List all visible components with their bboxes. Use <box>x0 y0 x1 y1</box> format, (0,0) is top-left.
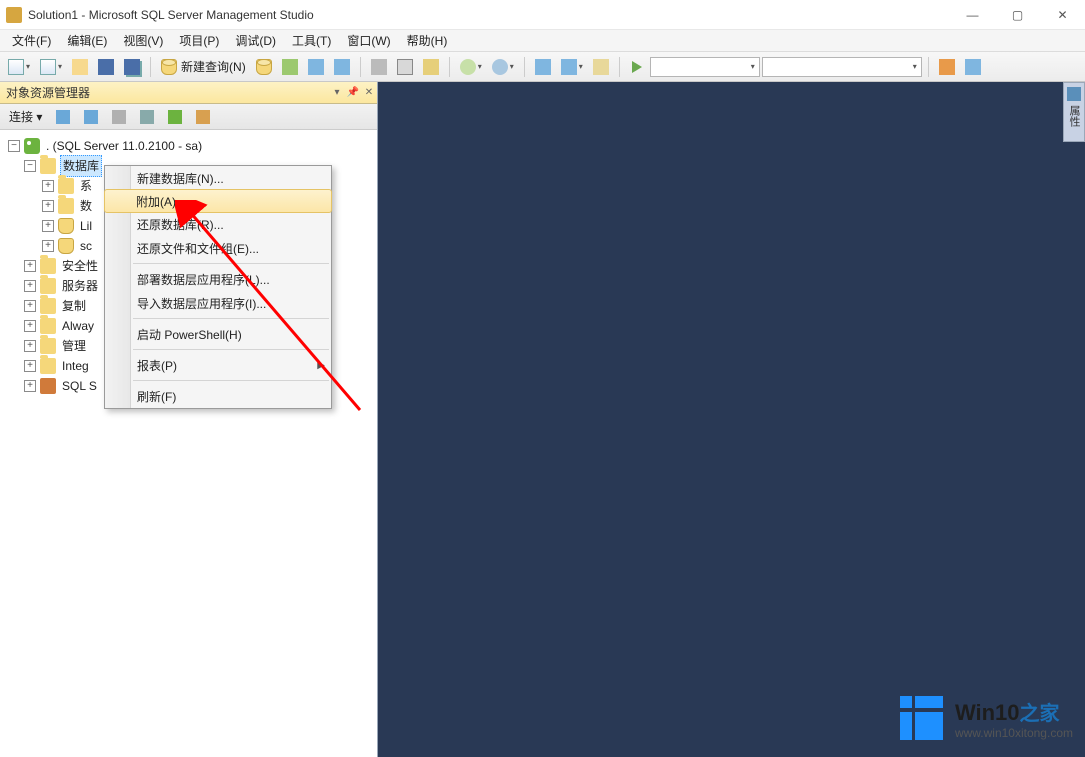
separator <box>150 57 151 77</box>
context-menu-item[interactable]: 还原数据库(R)... <box>105 212 331 236</box>
context-menu-item[interactable]: 刷新(F) <box>105 384 331 408</box>
menu-edit[interactable]: 编辑(E) <box>59 30 115 51</box>
start-debug-button[interactable] <box>626 56 648 78</box>
save-button[interactable] <box>94 56 118 78</box>
open-folder-button[interactable] <box>935 56 959 78</box>
disconnect-button[interactable] <box>79 107 103 127</box>
app-icon <box>6 7 22 23</box>
folder-icon <box>58 178 74 194</box>
db-engine-query-button[interactable] <box>252 56 276 78</box>
refresh-button[interactable] <box>163 107 187 127</box>
menu-tools[interactable]: 工具(T) <box>284 30 339 51</box>
window-title: Solution1 - Microsoft SQL Server Managem… <box>28 8 314 22</box>
panel-title: 对象资源管理器 <box>6 84 90 101</box>
tree-server-node[interactable]: − . (SQL Server 11.0.2100 - sa) <box>8 136 377 156</box>
context-menu: 新建数据库(N)...附加(A)...还原数据库(R)...还原文件和文件组(E… <box>104 165 332 409</box>
folder-icon <box>40 338 56 354</box>
database-icon <box>58 238 74 254</box>
title-bar: Solution1 - Microsoft SQL Server Managem… <box>0 0 1085 30</box>
folder-icon <box>40 318 56 334</box>
panel-close-icon[interactable]: ✕ <box>361 87 377 98</box>
undo-button[interactable]: ▾ <box>456 56 486 78</box>
pin-icon[interactable]: 📌 <box>345 87 361 98</box>
separator <box>449 57 450 77</box>
panel-title-bar[interactable]: 对象资源管理器 ▾ 📌 ✕ <box>0 82 377 104</box>
object-explorer-toolbar: 连接 ▾ <box>0 104 377 130</box>
registered-servers-button[interactable]: ▾ <box>557 56 587 78</box>
menu-debug[interactable]: 调试(D) <box>227 30 284 51</box>
window-controls: — ▢ ✕ <box>950 0 1085 30</box>
separator <box>928 57 929 77</box>
connect-server-button[interactable] <box>51 107 75 127</box>
context-menu-item[interactable]: 报表(P)▶ <box>105 353 331 377</box>
folder-icon <box>40 278 56 294</box>
context-menu-item[interactable]: 附加(A)... <box>104 189 332 213</box>
document-area: 属性 <box>378 82 1085 757</box>
watermark-title: Win10之家 <box>955 697 1073 726</box>
main-toolbar: ▾ ▾ 新建查询(N) ▾ ▾ ▾ ▾ ▾ <box>0 52 1085 82</box>
context-menu-separator <box>133 318 329 319</box>
context-menu-separator <box>133 380 329 381</box>
paste-button[interactable] <box>419 56 443 78</box>
context-menu-item[interactable]: 启动 PowerShell(H) <box>105 322 331 346</box>
database-combo[interactable]: ▾ <box>650 57 760 77</box>
context-menu-separator <box>133 263 329 264</box>
close-button[interactable]: ✕ <box>1040 0 1085 30</box>
folder-icon <box>40 298 56 314</box>
folder-icon <box>58 198 74 214</box>
activity-monitor-button[interactable] <box>531 56 555 78</box>
context-menu-item[interactable]: 新建数据库(N)... <box>105 166 331 190</box>
context-menu-item[interactable]: 还原文件和文件组(E)... <box>105 236 331 260</box>
database-icon <box>58 218 74 234</box>
context-menu-item[interactable]: 导入数据层应用程序(I)... <box>105 291 331 315</box>
menu-help[interactable]: 帮助(H) <box>399 30 456 51</box>
add-item-button[interactable]: ▾ <box>36 56 66 78</box>
menu-bar: 文件(F) 编辑(E) 视图(V) 项目(P) 调试(D) 工具(T) 窗口(W… <box>0 30 1085 52</box>
separator <box>524 57 525 77</box>
options-button[interactable] <box>961 56 985 78</box>
menu-view[interactable]: 视图(V) <box>115 30 171 51</box>
minimize-button[interactable]: — <box>950 0 995 30</box>
menu-file[interactable]: 文件(F) <box>4 30 59 51</box>
panel-dropdown-icon[interactable]: ▾ <box>329 87 345 98</box>
folder-icon <box>40 258 56 274</box>
redo-button[interactable]: ▾ <box>488 56 518 78</box>
new-project-button[interactable]: ▾ <box>4 56 34 78</box>
copy-button[interactable] <box>393 56 417 78</box>
properties-tab[interactable]: 属性 <box>1063 82 1085 142</box>
windows-icon <box>895 691 949 745</box>
folder-icon <box>40 158 56 174</box>
cut-button[interactable] <box>367 56 391 78</box>
search-button[interactable] <box>191 107 215 127</box>
connect-button[interactable]: 连接 ▾ <box>4 107 47 127</box>
sql-agent-icon <box>40 378 56 394</box>
new-query-button[interactable]: 新建查询(N) <box>157 56 250 78</box>
separator <box>619 57 620 77</box>
maximize-button[interactable]: ▢ <box>995 0 1040 30</box>
submenu-arrow-icon: ▶ <box>317 360 325 371</box>
mail-button[interactable] <box>589 56 613 78</box>
server-icon <box>24 138 40 154</box>
menu-project[interactable]: 项目(P) <box>171 30 227 51</box>
watermark: Win10之家 www.win10xitong.com <box>895 691 1073 745</box>
stop-button[interactable] <box>107 107 131 127</box>
mdx-query-button[interactable] <box>278 56 302 78</box>
save-all-button[interactable] <box>120 56 144 78</box>
separator <box>360 57 361 77</box>
xmla-query-button[interactable] <box>330 56 354 78</box>
folder-icon <box>40 358 56 374</box>
context-menu-separator <box>133 349 329 350</box>
watermark-url: www.win10xitong.com <box>955 726 1073 740</box>
menu-window[interactable]: 窗口(W) <box>339 30 398 51</box>
open-file-button[interactable] <box>68 56 92 78</box>
filter-button[interactable] <box>135 107 159 127</box>
dmx-query-button[interactable] <box>304 56 328 78</box>
properties-icon <box>1067 87 1081 101</box>
context-menu-item[interactable]: 部署数据层应用程序(L)... <box>105 267 331 291</box>
find-combo[interactable]: ▾ <box>762 57 922 77</box>
